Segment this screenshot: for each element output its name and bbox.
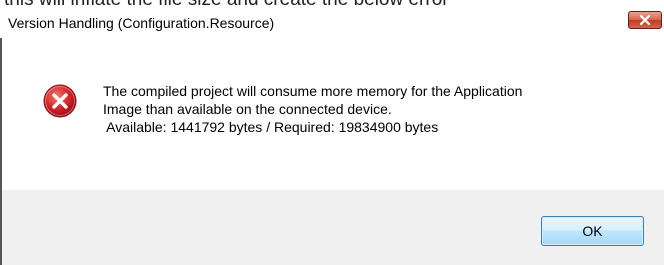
error-dialog: Version Handling (Configuration.Resource… xyxy=(0,8,664,265)
error-icon xyxy=(43,84,77,118)
close-button[interactable] xyxy=(628,11,662,29)
close-icon xyxy=(639,15,651,25)
dialog-content: The compiled project will consume more m… xyxy=(2,38,664,190)
ok-button[interactable]: OK xyxy=(541,216,644,246)
message-line-3: Available: 1441792 bytes / Required: 198… xyxy=(103,119,439,135)
message-line-2: Image than available on the connected de… xyxy=(103,101,392,117)
dialog-title: Version Handling (Configuration.Resource… xyxy=(8,15,275,31)
error-message: The compiled project will consume more m… xyxy=(103,82,522,136)
dialog-titlebar[interactable]: Version Handling (Configuration.Resource… xyxy=(0,8,664,38)
message-line-1: The compiled project will consume more m… xyxy=(103,83,523,99)
